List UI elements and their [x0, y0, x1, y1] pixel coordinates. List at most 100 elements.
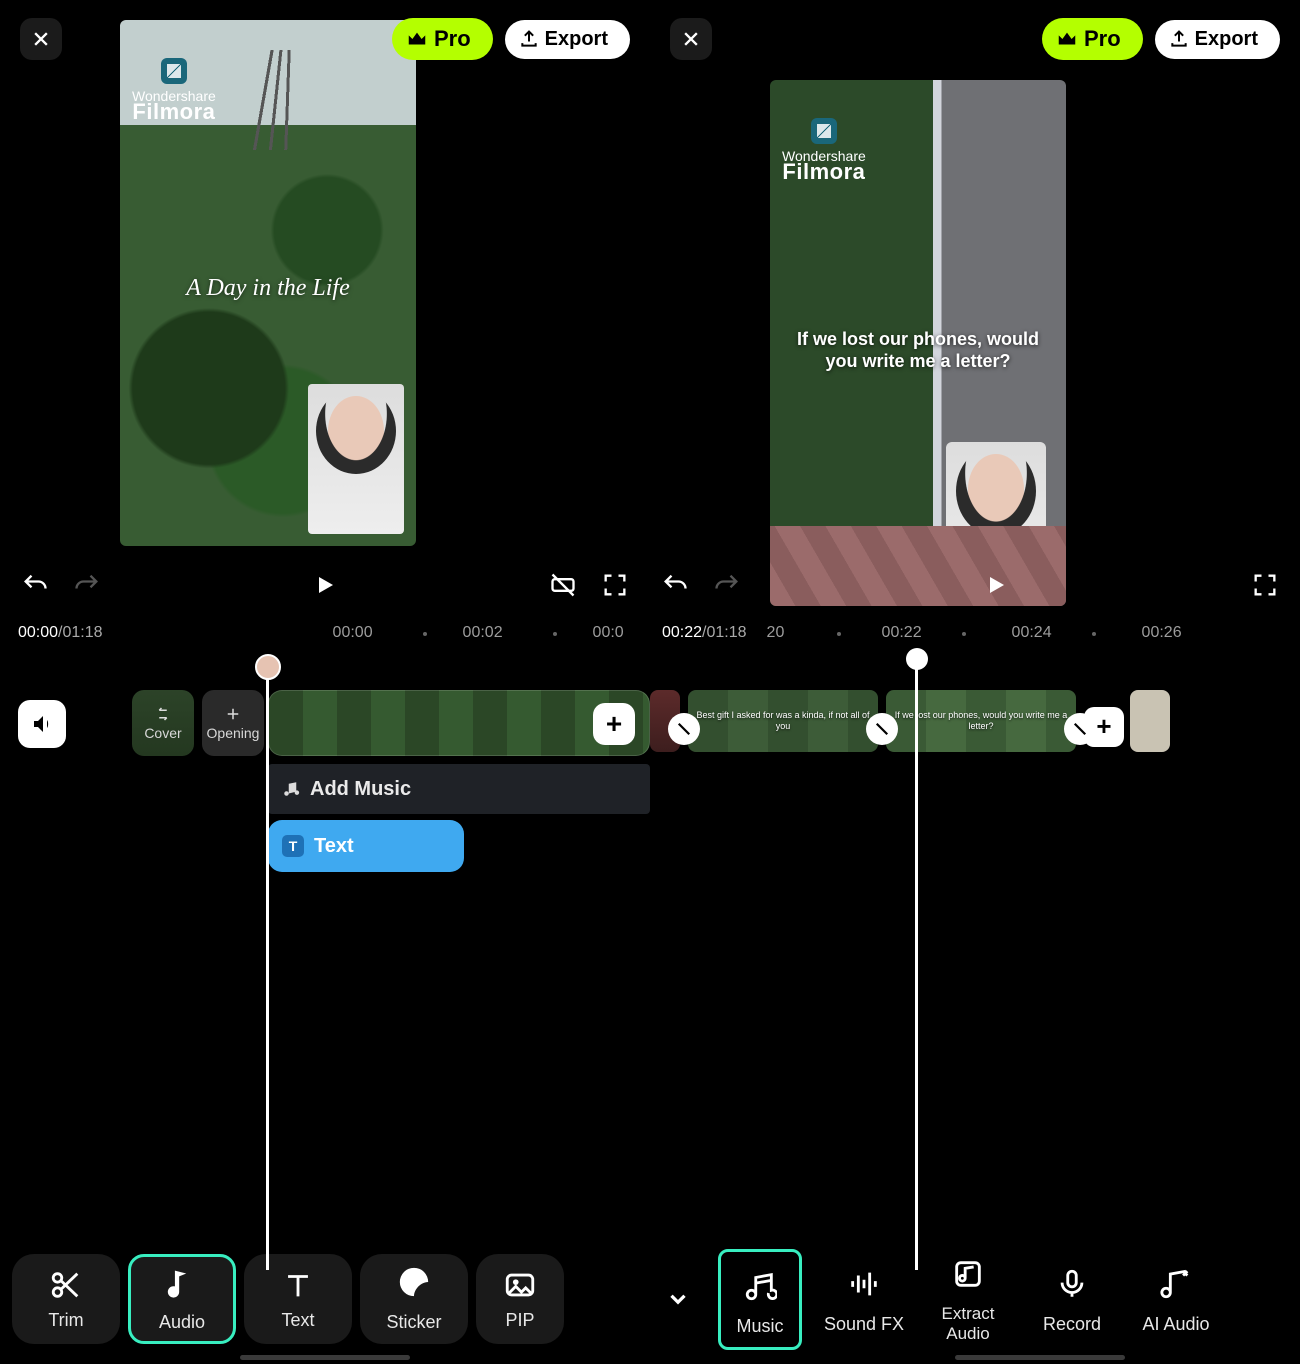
- opening-label: Opening: [207, 725, 260, 741]
- mute-button[interactable]: [18, 700, 66, 748]
- pip-icon: [503, 1268, 537, 1302]
- tick-label: 20: [767, 624, 785, 642]
- text-clip[interactable]: T Text: [268, 820, 464, 872]
- tool-label: Extract Audio: [926, 1304, 1010, 1344]
- brand-watermark: Wondershare Filmora: [132, 58, 216, 120]
- tool-text[interactable]: Text: [244, 1254, 352, 1344]
- pro-button[interactable]: Pro: [1042, 18, 1143, 60]
- text-clip-label: Text: [314, 835, 354, 858]
- tool-pip[interactable]: PIP: [476, 1254, 564, 1344]
- scissors-icon: [49, 1268, 83, 1302]
- transition-button[interactable]: [668, 713, 700, 745]
- hdr-toggle[interactable]: [546, 568, 580, 602]
- tool-label: Audio: [159, 1312, 205, 1333]
- crown-icon: [1056, 28, 1078, 50]
- add-music-row[interactable]: Add Music: [268, 764, 650, 814]
- tool-label: Trim: [48, 1310, 83, 1331]
- upload-icon: [519, 29, 539, 49]
- tool-label: AI Audio: [1142, 1314, 1209, 1335]
- tick-dot: [423, 632, 427, 636]
- redo-button: [70, 568, 104, 602]
- tool-label: PIP: [505, 1310, 534, 1331]
- filmora-logo-icon: [161, 58, 187, 84]
- audio-tool-soundfx[interactable]: Sound FX: [822, 1264, 906, 1335]
- tool-label: Music: [736, 1316, 783, 1337]
- tool-label: Sound FX: [824, 1314, 904, 1335]
- pro-label: Pro: [434, 26, 471, 52]
- brand-big: Filmora: [782, 164, 866, 180]
- pip-overlay: [308, 384, 404, 534]
- audio-tool-extract[interactable]: Extract Audio: [926, 1254, 1010, 1344]
- clip-caption: Best gift I asked for was a kinda, if no…: [688, 690, 878, 752]
- scroll-indicator: [240, 1355, 410, 1360]
- time-ruler[interactable]: 00:00 00:02 00:0: [123, 616, 650, 650]
- export-button[interactable]: Export: [1155, 20, 1280, 59]
- tool-sticker[interactable]: Sticker: [360, 1254, 468, 1344]
- playhead[interactable]: [915, 650, 918, 1270]
- tool-label: Record: [1043, 1314, 1101, 1335]
- add-music-label: Add Music: [310, 778, 411, 801]
- main-video-clip[interactable]: +: [268, 690, 650, 756]
- caption-overlay: If we lost our phones, would you write m…: [782, 328, 1054, 372]
- transition-button[interactable]: [866, 713, 898, 745]
- export-label: Export: [545, 28, 608, 51]
- fullscreen-button[interactable]: [598, 568, 632, 602]
- tick-dot: [553, 632, 557, 636]
- soundfx-icon: [847, 1267, 881, 1301]
- text-icon: [281, 1268, 315, 1302]
- close-button[interactable]: [20, 18, 62, 60]
- pro-label: Pro: [1084, 26, 1121, 52]
- transition-button[interactable]: [1064, 713, 1096, 745]
- video-clip[interactable]: Best gift I asked for was a kinda, if no…: [688, 690, 878, 752]
- tick-label: 00:02: [463, 624, 503, 642]
- music-icon: [743, 1269, 777, 1303]
- opening-button[interactable]: Opening: [202, 690, 264, 756]
- tick-label: 00:0: [593, 624, 624, 642]
- music-note-icon: [282, 780, 300, 798]
- time-current-total: 00:00/01:18: [18, 624, 103, 642]
- collapse-audio-panel[interactable]: [658, 1279, 698, 1319]
- mic-icon: [1055, 1267, 1089, 1301]
- undo-button[interactable]: [18, 568, 52, 602]
- audio-tool-aiaudio[interactable]: AI Audio: [1134, 1264, 1218, 1335]
- tool-audio[interactable]: Audio: [128, 1254, 236, 1344]
- brand-watermark: Wondershare Filmora: [782, 118, 866, 180]
- cover-label: Cover: [144, 725, 181, 741]
- tick-dot: [837, 632, 841, 636]
- time-current-total: 00:22/01:18: [662, 624, 747, 642]
- tick-label: 00:26: [1142, 624, 1182, 642]
- redo-button: [710, 568, 744, 602]
- close-button[interactable]: [670, 18, 712, 60]
- tick-label: 00:24: [1012, 624, 1052, 642]
- scroll-indicator: [955, 1355, 1125, 1360]
- play-button[interactable]: [308, 568, 342, 602]
- video-clip[interactable]: [1130, 690, 1170, 752]
- extract-audio-icon: [951, 1257, 985, 1291]
- crown-icon: [406, 28, 428, 50]
- pro-button[interactable]: Pro: [392, 18, 493, 60]
- fullscreen-button[interactable]: [1248, 568, 1282, 602]
- export-button[interactable]: Export: [505, 20, 630, 59]
- play-button[interactable]: [979, 568, 1013, 602]
- undo-button[interactable]: [658, 568, 692, 602]
- audio-tool-record[interactable]: Record: [1030, 1264, 1114, 1335]
- video-preview[interactable]: Wondershare Filmora A Day in the Life: [120, 20, 416, 546]
- note-icon: [165, 1265, 199, 1299]
- tick-dot: [1092, 632, 1096, 636]
- filmora-logo-icon: [811, 118, 837, 144]
- plus-icon: [224, 705, 242, 723]
- ai-audio-icon: [1159, 1267, 1193, 1301]
- playhead[interactable]: [266, 656, 269, 1270]
- tool-trim[interactable]: Trim: [12, 1254, 120, 1344]
- swap-icon: [154, 705, 172, 723]
- cover-button[interactable]: Cover: [132, 690, 194, 756]
- text-clip-icon: T: [282, 835, 304, 857]
- video-preview[interactable]: Wondershare Filmora If we lost our phone…: [770, 80, 1066, 606]
- tick-label: 00:00: [333, 624, 373, 642]
- time-ruler[interactable]: 20 00:22 00:24 00:26: [767, 616, 1300, 650]
- tool-label: Text: [281, 1310, 314, 1331]
- upload-icon: [1169, 29, 1189, 49]
- add-clip-button[interactable]: +: [593, 703, 635, 745]
- export-label: Export: [1195, 28, 1258, 51]
- audio-tool-music[interactable]: Music: [718, 1249, 802, 1350]
